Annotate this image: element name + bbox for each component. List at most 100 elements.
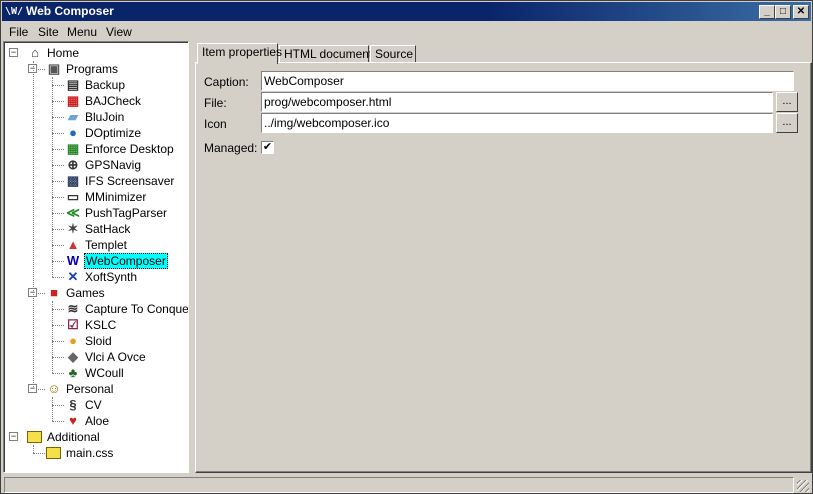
tree-connector [52,77,53,277]
tree-node-label: Aloe [85,414,110,428]
menu-site[interactable]: Site [38,25,59,39]
tree-connector [33,445,34,453]
minimize-button[interactable]: _ [759,5,775,19]
tree-node-label: KSLC [85,318,117,332]
aloe-icon: ♥ [69,413,77,428]
tree-connector [52,277,64,278]
properties-panel: Caption: WebComposer File: prog/webcompo… [195,62,812,473]
tree-node-label: SatHack [85,222,131,236]
tree-node-label: Backup [85,78,126,92]
icon-input[interactable]: ../img/webcomposer.ico [261,113,773,133]
tree-connector [52,301,53,373]
blujoin-icon: ▰ [68,109,78,124]
file-browse-button[interactable]: ... [776,92,798,112]
tree-connector [52,197,64,198]
tree-node-label: XoftSynth [85,270,138,284]
caption-input[interactable]: WebComposer [261,71,794,91]
tree-connector [52,405,64,406]
tree-node-label: Enforce Desktop [85,142,174,156]
tree-node-label: MMinimizer [85,190,147,204]
checkmark-icon: ✔ [262,141,273,153]
managed-checkbox[interactable]: ✔ [261,141,274,154]
close-button[interactable]: ✕ [793,5,809,19]
folder-icon [27,431,42,443]
tree-connector [33,453,45,454]
pushtagparser-icon: ≪ [66,205,80,220]
tree-node-label: Vlci A Ovce [85,350,146,364]
personal-icon: ☺ [47,381,61,396]
home-icon: ⌂ [31,45,39,60]
app-window: \W/ Web Composer _ □ ✕ File Site Menu Vi… [0,0,813,494]
tree-node-label: Games [66,286,105,300]
tree-connector [52,117,64,118]
maximize-button[interactable]: □ [775,5,791,19]
icon-browse-button[interactable]: ... [776,113,798,133]
close-icon: ✕ [796,6,806,17]
caption-label: Caption: [204,75,249,89]
gpsnavig-icon: ⊕ [67,157,79,172]
tree-connector [52,213,64,214]
main-css-icon [46,447,61,459]
title-bar[interactable]: \W/ Web Composer _ □ ✕ [2,2,811,21]
collapse-icon[interactable]: − [9,432,18,441]
file-label: File: [204,96,227,110]
tree-node-label: BAJCheck [85,94,142,108]
menu-bar: File Site Menu View [2,22,811,41]
resize-grip-icon[interactable] [797,480,809,492]
icon-label: Icon [204,117,227,131]
tree-connector [52,309,64,310]
tree-connector [52,181,64,182]
programs-icon: ▣ [47,61,61,76]
tree-node-label: BluJoin [85,110,125,124]
templet-icon: ▲ [66,237,80,252]
xoftsynth-icon: ✕ [67,269,79,284]
tree-content: ⌂ Home − ▣ Programs − ▤ Backup ▦ BAJCheck ▰ BluJoin… [4,42,188,472]
tree-node-label: WebComposer [84,253,168,269]
tab-label: Source [375,47,414,61]
wcoull-icon: ♣ [68,365,78,380]
backup-icon: ▤ [66,77,80,92]
file-input[interactable]: prog/webcomposer.html [261,92,773,112]
managed-label: Managed: [204,141,258,155]
tree-node-label: CV [85,398,102,412]
tree-connector [52,245,64,246]
tab-item-properties[interactable]: Item properties [197,43,282,64]
site-tree[interactable]: ⌂ Home − ▣ Programs − ▤ Backup ▦ BAJCheck ▰ BluJoin… [3,41,189,473]
tree-node-label: GPSNavig [85,158,142,172]
kslc-icon: ☑ [67,317,79,332]
menu-file[interactable]: File [9,25,28,39]
tree-node-label: Additional [47,430,100,444]
mminimizer-icon: ▭ [66,189,80,204]
tab-label: Item properties [202,45,283,59]
tree-connector [52,357,64,358]
tree-node-label: main.css [66,446,114,460]
bajcheck-icon: ▦ [66,93,80,108]
menu-view[interactable]: View [106,25,132,39]
tree-connector [52,373,64,374]
collapse-icon[interactable]: − [9,48,18,57]
tab-source[interactable]: Source [370,45,416,63]
games-icon: ■ [50,285,58,300]
window-title: Web Composer [26,4,114,18]
tree-connector [52,101,64,102]
status-bar [2,475,811,493]
tree-connector [52,229,64,230]
tree-connector [52,165,64,166]
tree-connector [52,341,64,342]
status-pane [4,477,794,493]
tree-node-label: Templet [85,238,128,252]
tree-connector [52,325,64,326]
sathack-icon: ✶ [67,221,79,236]
tree-node-label: Personal [66,382,114,396]
tree-connector [52,149,64,150]
enforce-desktop-icon: ▦ [66,141,80,156]
tree-connector [33,61,34,389]
tree-connector [52,397,53,421]
tree-connector [52,421,64,422]
tree-connector [52,85,64,86]
tree-connector [52,261,64,262]
menu-menu[interactable]: Menu [67,25,97,39]
ifs-screensaver-icon: ▩ [66,173,80,188]
doptimize-icon: ● [69,125,77,140]
tab-html-document[interactable]: HTML document [279,45,372,63]
